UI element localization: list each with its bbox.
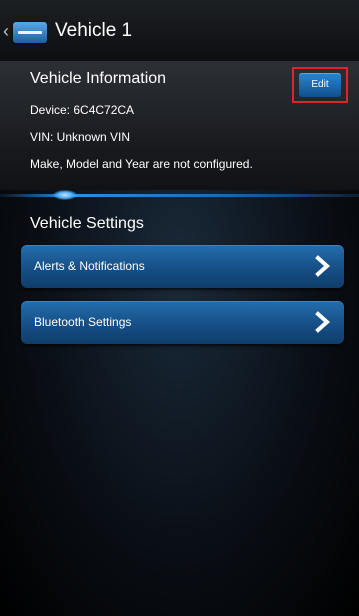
alerts-notifications-button[interactable]: Alerts & Notifications: [21, 245, 344, 288]
edit-button[interactable]: Edit: [299, 73, 341, 97]
divider-glow: [53, 190, 77, 200]
make-model-year-text: Make, Model and Year are not configured.: [30, 157, 253, 171]
vehicle-screen: ‹ Vehicle 1 Vehicle Information Device: …: [0, 0, 359, 616]
bluetooth-settings-button[interactable]: Bluetooth Settings: [21, 301, 344, 344]
vin-text: VIN: Unknown VIN: [30, 130, 131, 144]
vehicle-information-header: Vehicle Information: [30, 70, 167, 87]
app-logo-icon[interactable]: [13, 22, 47, 43]
page-title: Vehicle 1: [55, 20, 133, 41]
alerts-notifications-label: Alerts & Notifications: [34, 259, 145, 273]
bluetooth-settings-label: Bluetooth Settings: [34, 315, 132, 329]
device-id-text: Device: 6C4C72CA: [30, 103, 135, 117]
back-caret-icon[interactable]: ‹: [3, 22, 9, 40]
chevron-right-icon: [315, 255, 331, 277]
chevron-right-icon: [315, 311, 331, 333]
action-bar: ‹ Vehicle 1: [0, 0, 359, 62]
vehicle-settings-header: Vehicle Settings: [30, 215, 144, 232]
